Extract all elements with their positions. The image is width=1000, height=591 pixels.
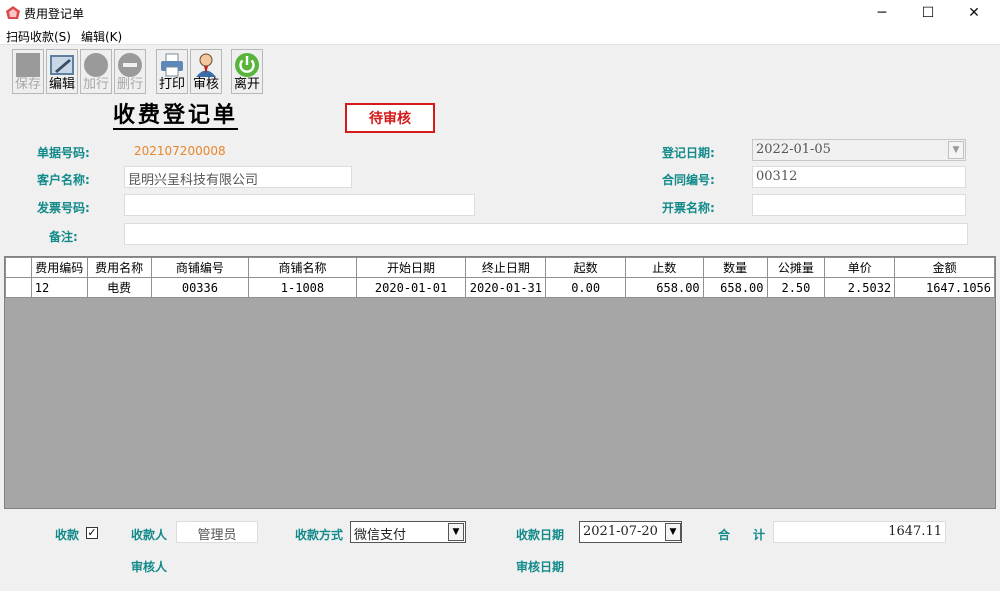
col-amount[interactable]: 金额: [894, 257, 995, 278]
title-bar: 费用登记单 ─ ☐ ✕: [0, 0, 1000, 26]
collect-label: 收款: [55, 528, 80, 542]
cell-shared-amount[interactable]: 2.50: [766, 277, 826, 298]
edit-button[interactable]: 编辑: [46, 49, 78, 94]
total-label-left: 合: [718, 528, 731, 542]
save-button[interactable]: 保存: [12, 49, 44, 94]
audit-button[interactable]: 审核: [190, 49, 222, 94]
maximize-button[interactable]: ☐: [905, 0, 951, 26]
maximize-icon: ☐: [921, 5, 935, 21]
chevron-down-icon: ▼: [952, 145, 960, 155]
cell-amount[interactable]: 1647.1056: [894, 277, 995, 298]
status-badge: 待审核: [345, 103, 435, 133]
customer-label: 客户名称:: [37, 173, 90, 187]
form-title: 收费登记单: [113, 102, 239, 130]
grid-header-row: 费用编码 费用名称 商铺编号 商铺名称 开始日期 终止日期 起数 止数 数量 公…: [5, 257, 995, 278]
cell-fee-code[interactable]: 12: [30, 277, 88, 298]
menu-scan-collect[interactable]: 扫码收款(S): [6, 28, 71, 45]
doc-no-value: 202107200008: [134, 144, 226, 158]
chevron-down-icon: ▼: [452, 527, 460, 537]
method-value: 微信支付: [354, 528, 407, 543]
total-field: 1647.11: [773, 521, 946, 543]
minimize-icon: ─: [877, 5, 887, 21]
collector-field[interactable]: 管理员: [176, 521, 258, 543]
invoice-name-field[interactable]: [752, 194, 966, 216]
row-indicator[interactable]: [5, 277, 32, 298]
col-start-reading[interactable]: 起数: [545, 257, 626, 278]
col-end-reading[interactable]: 止数: [624, 257, 704, 278]
window-title: 费用登记单: [24, 7, 85, 21]
menu-bar: 扫码收款(S) 编辑(K): [0, 26, 1000, 45]
add-row-button[interactable]: 加行: [80, 49, 112, 94]
cell-start-reading[interactable]: 0.00: [545, 277, 626, 298]
cell-quantity[interactable]: 658.00: [702, 277, 768, 298]
cell-unit-price[interactable]: 2.5032: [824, 277, 896, 298]
method-dropdown-button[interactable]: ▼: [448, 523, 464, 541]
cell-end-reading[interactable]: 658.00: [624, 277, 704, 298]
menu-edit[interactable]: 编辑(K): [81, 28, 122, 45]
remark-field[interactable]: [124, 223, 968, 245]
cell-start-date[interactable]: 2020-01-01: [355, 277, 467, 298]
cell-shop-name[interactable]: 1-1008: [248, 277, 357, 298]
cell-shop-no[interactable]: 00336: [150, 277, 250, 298]
table-row[interactable]: 12 电费 00336 1-1008 2020-01-01 2020-01-31…: [5, 277, 995, 298]
check-icon: ✓: [87, 526, 97, 539]
col-shared-amount[interactable]: 公摊量: [766, 257, 826, 278]
grid-corner: [5, 257, 32, 278]
customer-field[interactable]: 昆明兴呈科技有限公司: [124, 166, 352, 188]
invoice-no-field[interactable]: [124, 194, 475, 216]
col-start-date[interactable]: 开始日期: [355, 257, 467, 278]
reg-date-dropdown-button[interactable]: ▼: [948, 141, 964, 159]
fee-grid[interactable]: 费用编码 费用名称 商铺编号 商铺名称 开始日期 终止日期 起数 止数 数量 公…: [4, 256, 996, 509]
reg-date-field[interactable]: 2022-01-05: [752, 139, 966, 161]
col-unit-price[interactable]: 单价: [824, 257, 896, 278]
reg-date-value: 2022-01-05: [756, 142, 831, 157]
collector-label: 收款人: [131, 528, 168, 542]
col-fee-code[interactable]: 费用编码: [30, 257, 88, 278]
audit-date-label: 审核日期: [516, 560, 565, 574]
collect-date-dropdown-button[interactable]: ▼: [665, 523, 681, 541]
exit-button[interactable]: 离开: [231, 49, 263, 94]
invoice-name-label: 开票名称:: [662, 201, 715, 215]
contract-field[interactable]: 00312: [752, 166, 966, 188]
col-end-date[interactable]: 终止日期: [465, 257, 547, 278]
print-button[interactable]: 打印: [156, 49, 188, 94]
doc-no-label: 单据号码:: [37, 146, 90, 160]
contract-label: 合同编号:: [662, 173, 715, 187]
collect-date-label: 收款日期: [516, 528, 565, 542]
close-icon: ✕: [968, 5, 980, 21]
invoice-no-label: 发票号码:: [37, 201, 90, 215]
col-shop-no[interactable]: 商铺编号: [150, 257, 250, 278]
auditor-label: 审核人: [131, 560, 168, 574]
collect-date-value: 2021-07-20: [583, 524, 658, 539]
col-shop-name[interactable]: 商铺名称: [248, 257, 357, 278]
collect-checkbox[interactable]: ✓: [86, 527, 98, 539]
delete-row-button[interactable]: 删行: [114, 49, 146, 94]
reg-date-label: 登记日期:: [662, 146, 715, 160]
app-icon: [5, 5, 21, 21]
remark-label: 备注:: [49, 230, 78, 244]
col-fee-name[interactable]: 费用名称: [86, 257, 152, 278]
cell-end-date[interactable]: 2020-01-31: [465, 277, 547, 298]
close-button[interactable]: ✕: [951, 0, 997, 26]
total-label-right: 计: [753, 528, 766, 542]
method-label: 收款方式: [295, 528, 344, 542]
cell-fee-name[interactable]: 电费: [86, 277, 152, 298]
col-quantity[interactable]: 数量: [702, 257, 768, 278]
chevron-down-icon: ▼: [669, 527, 677, 537]
minimize-button[interactable]: ─: [859, 0, 905, 26]
